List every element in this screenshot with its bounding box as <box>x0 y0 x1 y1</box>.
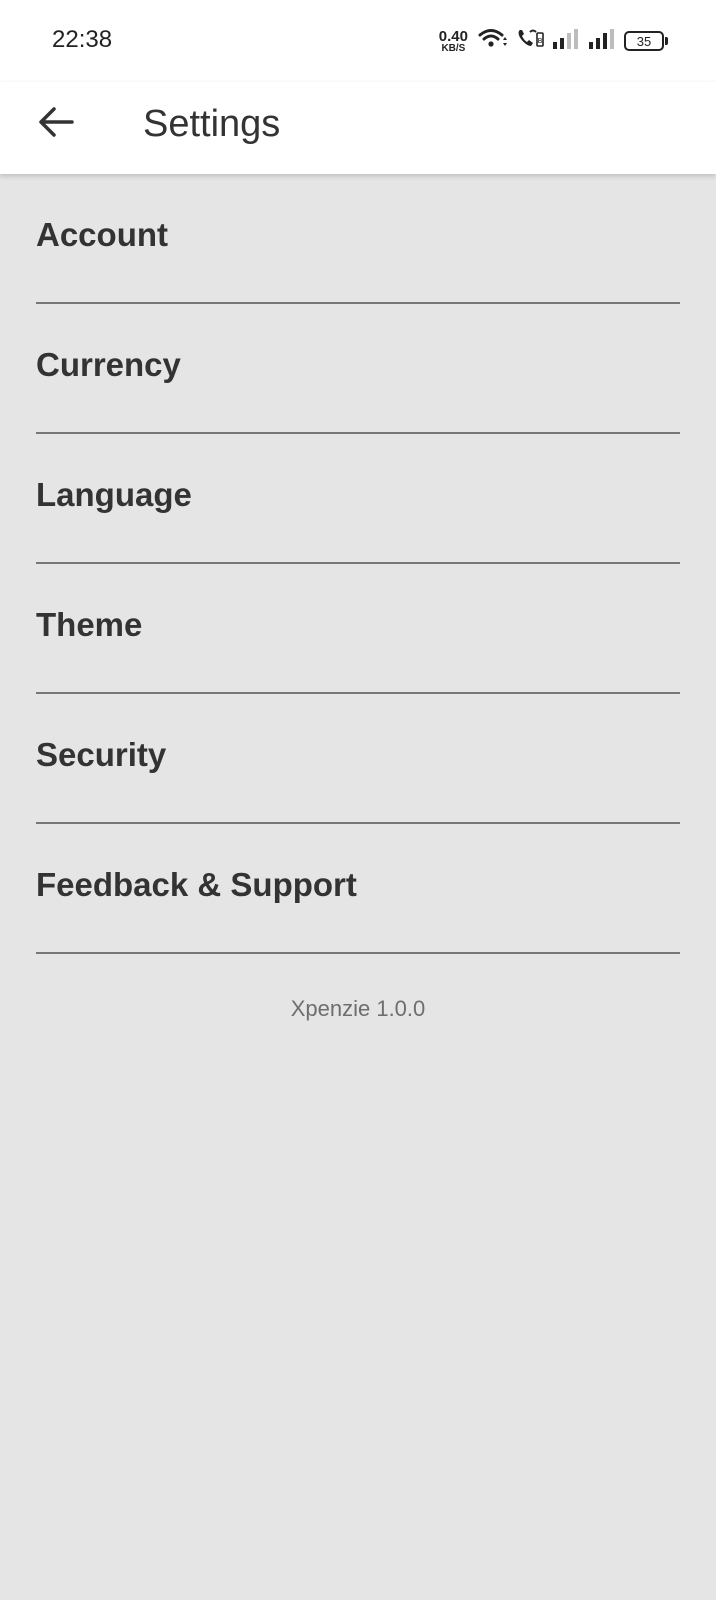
settings-item-language[interactable]: Language <box>36 434 680 564</box>
settings-list: Account Currency Language Theme Security… <box>36 174 680 954</box>
settings-item-label: Security <box>36 736 167 773</box>
settings-item-feedback-support[interactable]: Feedback & Support <box>36 824 680 954</box>
wifi-icon <box>478 27 508 56</box>
network-speed: 0.40 KB/S <box>439 29 468 54</box>
battery-icon: 35 <box>624 31 668 51</box>
signal-sim2-icon <box>588 28 616 55</box>
status-time: 22:38 <box>52 26 113 53</box>
network-speed-unit: KB/S <box>441 42 466 54</box>
app-version: Xpenzie 1.0.0 <box>290 996 426 1021</box>
status-icons: 0.40 KB/S B 35 <box>439 28 668 54</box>
volte-call-icon: B <box>516 27 544 56</box>
back-button[interactable] <box>32 100 80 148</box>
settings-item-theme[interactable]: Theme <box>36 564 680 694</box>
settings-item-label: Feedback & Support <box>36 866 357 903</box>
settings-item-currency[interactable]: Currency <box>36 304 680 434</box>
settings-item-label: Currency <box>36 346 181 383</box>
settings-content: Account Currency Language Theme Security… <box>0 174 716 1022</box>
battery-tip <box>665 37 668 45</box>
arrow-left-icon <box>38 106 74 143</box>
network-speed-value: 0.40 <box>438 27 468 45</box>
app-bar: Settings <box>0 82 716 174</box>
settings-item-label: Account <box>36 216 168 253</box>
signal-sim1-icon <box>552 28 580 55</box>
settings-item-label: Language <box>36 476 192 513</box>
page-title: Settings <box>143 103 281 145</box>
settings-item-security[interactable]: Security <box>36 694 680 824</box>
status-bar: 22:38 0.40 KB/S B 35 <box>0 0 716 82</box>
settings-item-account[interactable]: Account <box>36 174 680 304</box>
svg-text:B: B <box>538 37 543 45</box>
settings-item-label: Theme <box>36 606 143 643</box>
battery-level: 35 <box>624 31 664 51</box>
